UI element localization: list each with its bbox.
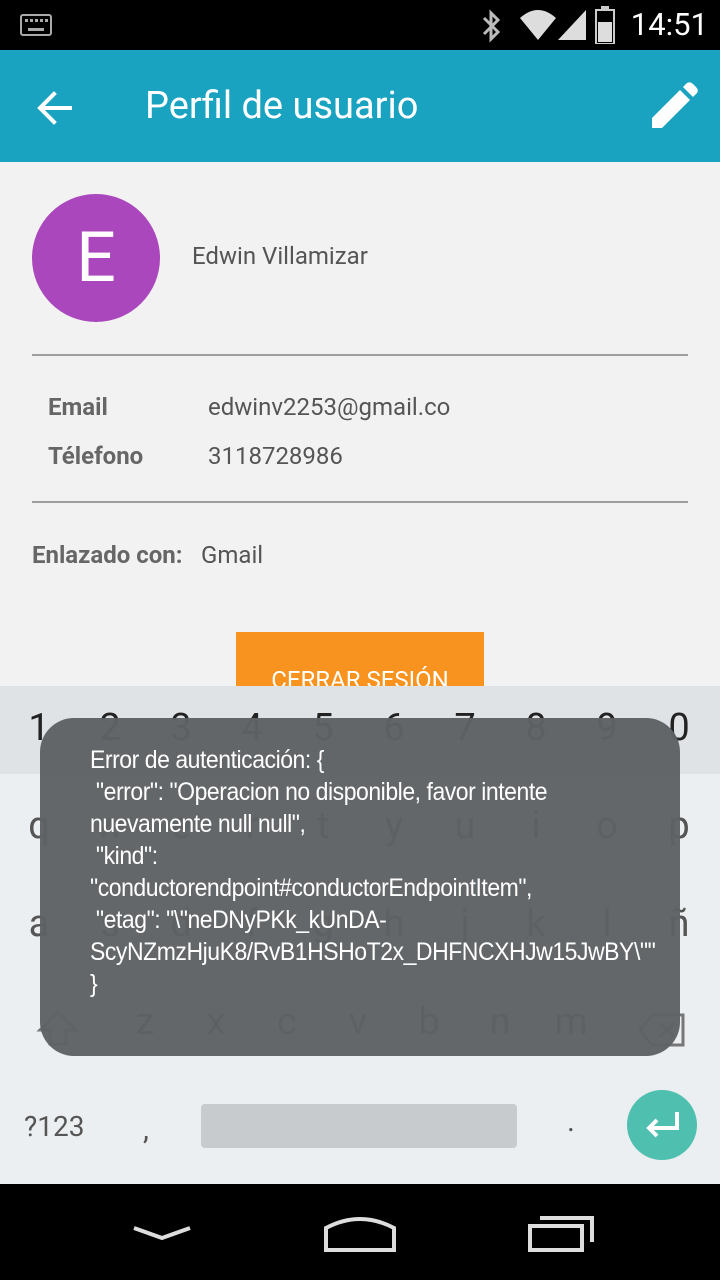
profile-content: E Edwin Villamizar Email edwinv2253@gmai… — [0, 162, 720, 702]
enter-key[interactable] — [627, 1090, 697, 1160]
divider — [32, 354, 688, 356]
symbols-key[interactable]: ?123 — [24, 1110, 84, 1143]
linked-label: Enlazado con: — [32, 541, 183, 569]
home-icon[interactable] — [322, 1214, 398, 1254]
key-comma[interactable]: , — [111, 1112, 181, 1147]
phone-label: Télefono — [48, 442, 144, 470]
key-period[interactable]: . — [536, 1104, 606, 1139]
recents-icon[interactable] — [526, 1214, 596, 1254]
avatar: E — [32, 194, 160, 322]
app-bar: Perfil de usuario — [0, 50, 720, 162]
arrow-back-icon[interactable] — [30, 83, 80, 133]
linked-value: Gmail — [201, 541, 264, 569]
phone-value: 3118728986 — [208, 442, 343, 470]
divider — [32, 501, 688, 503]
user-name: Edwin Villamizar — [192, 242, 368, 270]
toast-message: Error de autenticación: { "error": "Oper… — [90, 746, 656, 998]
status-bar: 14:51 — [0, 0, 720, 50]
battery-icon — [595, 6, 615, 44]
signal-icon — [558, 10, 586, 40]
spacebar[interactable] — [201, 1104, 517, 1148]
email-value: edwinv2253@gmail.co — [208, 393, 451, 421]
email-label: Email — [48, 393, 108, 421]
page-title: Perfil de usuario — [145, 84, 419, 128]
wifi-icon — [520, 10, 556, 40]
keyboard-icon — [20, 14, 52, 36]
clock: 14:51 — [630, 6, 708, 43]
back-chevron-icon[interactable] — [130, 1214, 194, 1250]
bluetooth-icon — [482, 9, 501, 43]
error-toast: Error de autenticación: { "error": "Oper… — [40, 718, 680, 1056]
navigation-bar — [0, 1184, 720, 1280]
enter-icon — [646, 1112, 679, 1138]
edit-pencil-icon[interactable] — [644, 80, 700, 136]
